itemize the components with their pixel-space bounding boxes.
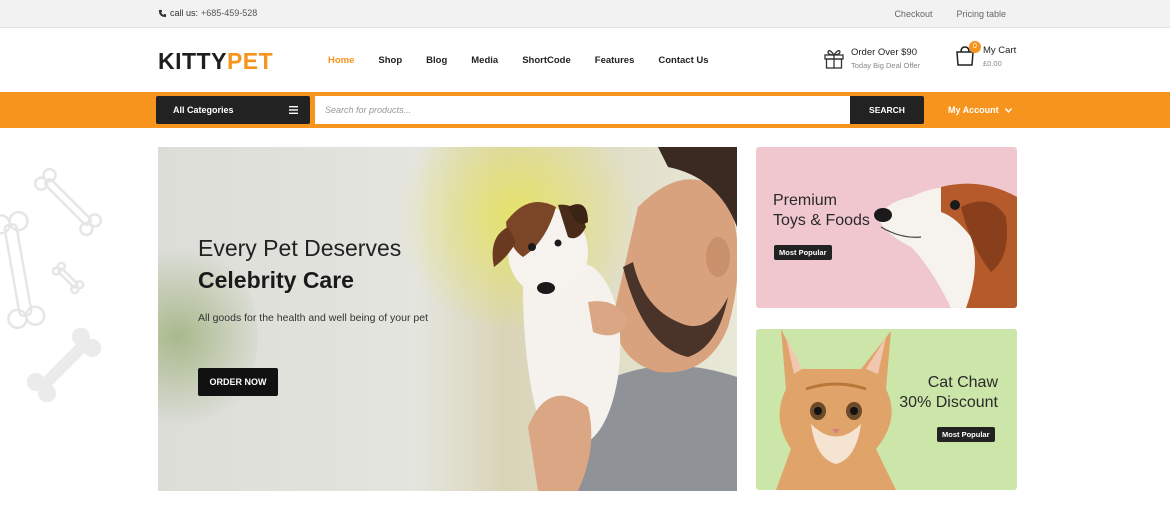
nav-contact-us[interactable]: Contact Us [658,55,708,66]
most-popular-badge: Most Popular [774,245,832,260]
top-bar: call us: +685-459-528 Checkout Pricing ta… [0,0,1170,28]
account-label: My Account [948,105,999,115]
cart-icon-wrap: 0 [955,41,981,67]
logo-part-2: PET [226,48,274,74]
call-label: call us: [170,8,199,18]
promo-title-line-1: Premium [773,192,838,209]
chevron-down-icon [1004,107,1012,113]
gift-icon [824,49,844,69]
hero-banner: Every Pet Deserves Celebrity Care All go… [158,147,737,491]
bone-filled-icon [26,327,102,403]
hero-subtitle: All goods for the health and well being … [198,312,428,324]
nav-features[interactable]: Features [595,55,635,66]
decorative-bones [0,167,103,403]
search-input[interactable] [315,96,850,124]
contact-info: call us: +685-459-528 [158,8,257,18]
search-button[interactable]: SEARCH [850,96,924,124]
promo-title-line-2: Toys & Foods [773,212,870,229]
checkout-link[interactable]: Checkout [894,9,932,19]
promo-title-line-1: Cat Chaw [927,374,998,391]
nav-shop[interactable]: Shop [378,55,402,66]
nav-blog[interactable]: Blog [426,55,447,66]
cart-amount: £0.00 [983,59,1002,68]
most-popular-badge: Most Popular [937,427,995,442]
nav-media[interactable]: Media [471,55,498,66]
all-categories-dropdown[interactable]: All Categories [156,96,310,124]
bone-outline-icon [0,167,103,330]
site-header: KITTYPET Home Shop Blog Media ShortCode … [0,28,1170,92]
order-now-button[interactable]: ORDER NOW [198,368,278,396]
pricing-table-link[interactable]: Pricing table [956,9,1006,19]
cart-label: My Cart [983,45,1017,56]
my-account-menu[interactable]: My Account [948,105,1012,115]
phone-icon [158,9,167,17]
site-logo[interactable]: KITTYPET [158,48,273,75]
offer-block: Order Over $90 Today Big Deal Offer [823,47,920,70]
promo-title-line-2: 30% Discount [899,394,998,411]
hero-title-line-2: Celebrity Care [198,267,354,293]
offer-title: Order Over $90 [851,47,917,58]
kitten-image [776,329,896,490]
hero-title-line-1: Every Pet Deserves [198,235,402,261]
cart-widget[interactable]: 0 My Cart £0.00 [955,41,1017,68]
promo-title: Premium Toys & Foods [773,191,870,231]
hamburger-icon [289,106,298,114]
promo-card-cat-chaw[interactable]: Cat Chaw 30% Discount Most Popular [756,329,1017,490]
categories-label: All Categories [173,105,234,115]
top-links: Checkout Pricing table [894,9,1006,19]
promo-card-toys-foods[interactable]: Premium Toys & Foods Most Popular [756,147,1017,308]
cart-count-badge: 0 [969,41,981,53]
dog-image [874,183,1017,308]
nav-home[interactable]: Home [328,55,354,66]
promo-title: Cat Chaw 30% Discount [899,373,998,413]
man-holding-puppy-image [492,147,737,491]
main-nav: Home Shop Blog Media ShortCode Features … [328,55,733,66]
offer-subtitle: Today Big Deal Offer [851,61,921,70]
logo-part-1: KITTY [158,48,227,74]
phone-number[interactable]: +685-459-528 [201,8,257,18]
nav-shortcode[interactable]: ShortCode [522,55,571,66]
search-bar: All Categories SEARCH My Account [0,92,1170,128]
